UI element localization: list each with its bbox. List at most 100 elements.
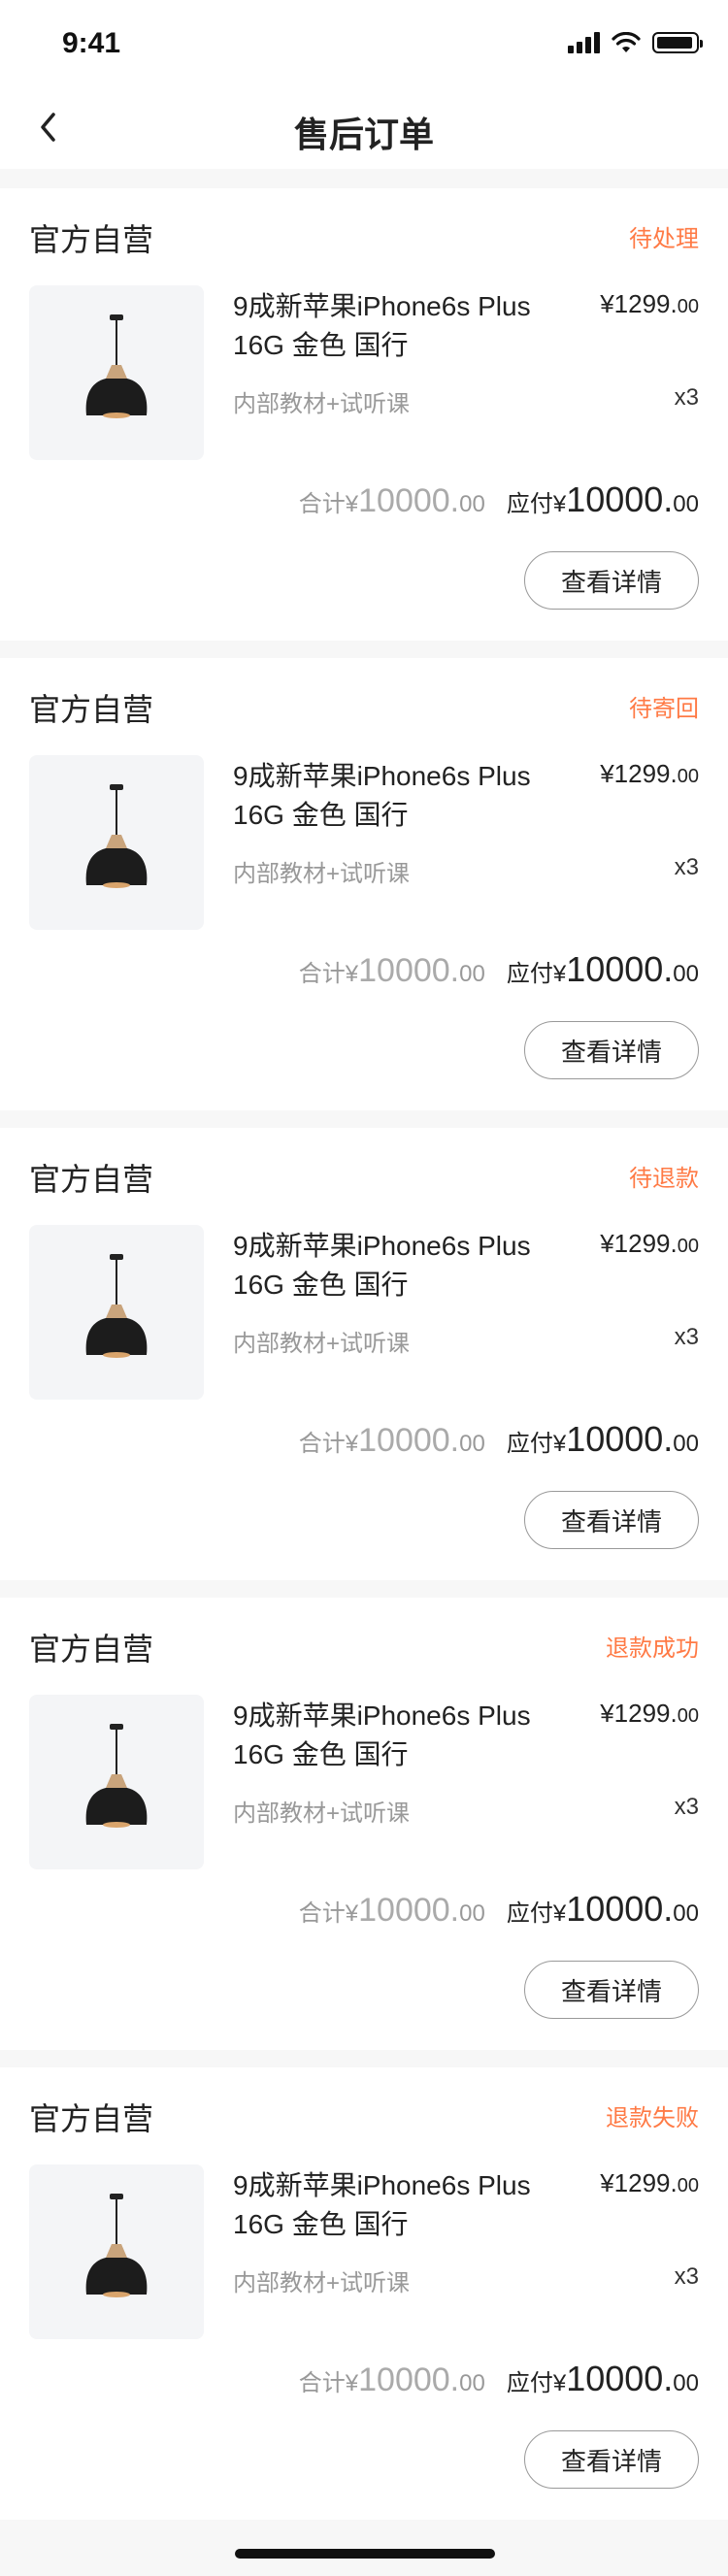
status-bar: 9:41 — [0, 0, 728, 85]
payable-label: 应付 — [506, 1900, 553, 1927]
total-currency: ¥ — [345, 961, 359, 987]
page-title: 售后订单 — [293, 115, 434, 154]
quantity: x3 — [674, 384, 699, 411]
order-card[interactable]: 官方自营 待寄回 9成新苹果iPhone6s Plus 16G 金色 国行 ¥1… — [0, 658, 728, 1110]
payable-amount: 应付¥10000.00 — [507, 1889, 699, 1930]
payable-currency: ¥ — [552, 2370, 567, 2396]
product-name-line2: 16G 金色 国行 — [233, 330, 409, 360]
order-card[interactable]: 官方自营 退款失败 9成新苹果iPhone6s Plus 16G 金色 国行 ¥… — [0, 2067, 728, 2520]
product-thumbnail[interactable] — [29, 285, 204, 460]
unit-price: ¥1299.00 — [600, 2168, 699, 2198]
product-image — [85, 1724, 148, 1828]
payable-currency: ¥ — [552, 1900, 567, 1927]
view-details-button[interactable]: 查看详情 — [524, 1961, 699, 2019]
nav-bar: 售后订单 — [0, 85, 728, 169]
unit-price: ¥1299.00 — [600, 289, 699, 319]
order-totals: 合计¥10000.00 应付¥10000.00 — [299, 1419, 699, 1460]
total-label: 合计 — [298, 961, 346, 987]
product-name[interactable]: 9成新苹果iPhone6s Plus 16G 金色 国行 — [233, 1227, 563, 1305]
product-name[interactable]: 9成新苹果iPhone6s Plus 16G 金色 国行 — [233, 1697, 563, 1774]
total-dec: 00 — [459, 2370, 485, 2396]
product-name-line1: 9成新苹果iPhone6s Plus — [233, 291, 531, 321]
quantity: x3 — [674, 854, 699, 880]
battery-icon — [652, 32, 703, 53]
view-details-button[interactable]: 查看详情 — [524, 1491, 699, 1549]
total-int: 10000. — [358, 1892, 460, 1929]
wifi-icon — [612, 32, 641, 52]
product-name-line1: 9成新苹果iPhone6s Plus — [233, 1231, 531, 1261]
view-details-button[interactable]: 查看详情 — [524, 2430, 699, 2489]
order-list: 官方自营 待处理 9成新苹果iPhone6s Plus 16G 金色 国行 ¥1… — [0, 188, 728, 2537]
quantity: x3 — [674, 2263, 699, 2290]
order-card[interactable]: 官方自营 退款成功 9成新苹果iPhone6s Plus 16G 金色 国行 ¥… — [0, 1598, 728, 2050]
shop-name: 官方自营 — [29, 2101, 154, 2136]
payable-int: 10000. — [566, 1419, 674, 1459]
product-name[interactable]: 9成新苹果iPhone6s Plus 16G 金色 国行 — [233, 287, 563, 365]
product-name[interactable]: 9成新苹果iPhone6s Plus 16G 金色 国行 — [233, 2166, 563, 2244]
order-totals: 合计¥10000.00 应付¥10000.00 — [299, 949, 699, 990]
total-dec: 00 — [459, 491, 485, 517]
unit-price: ¥1299.00 — [600, 759, 699, 789]
payable-label: 应付 — [506, 2370, 553, 2396]
order-status: 待处理 — [629, 226, 699, 252]
payable-dec: 00 — [673, 961, 699, 987]
payable-label: 应付 — [506, 961, 553, 987]
order-status: 退款失败 — [606, 2105, 699, 2131]
payable-dec: 00 — [673, 1900, 699, 1927]
product-name[interactable]: 9成新苹果iPhone6s Plus 16G 金色 国行 — [233, 757, 563, 835]
order-status: 待寄回 — [629, 696, 699, 722]
order-totals: 合计¥10000.00 应付¥10000.00 — [299, 479, 699, 520]
order-card[interactable]: 官方自营 待退款 9成新苹果iPhone6s Plus 16G 金色 国行 ¥1… — [0, 1128, 728, 1580]
product-name-line1: 9成新苹果iPhone6s Plus — [233, 2170, 531, 2200]
total-currency: ¥ — [345, 1431, 359, 1457]
unit-price-int: ¥1299. — [600, 759, 678, 788]
payable-amount: 应付¥10000.00 — [507, 479, 699, 520]
product-image — [85, 1254, 148, 1358]
total-currency: ¥ — [345, 1900, 359, 1927]
order-totals: 合计¥10000.00 应付¥10000.00 — [299, 1889, 699, 1930]
total-dec: 00 — [459, 1431, 485, 1457]
product-desc: 内部教材+试听课 — [233, 1331, 411, 1357]
product-desc: 内部教材+试听课 — [233, 1800, 411, 1827]
payable-currency: ¥ — [552, 961, 567, 987]
unit-price-int: ¥1299. — [600, 289, 678, 318]
payable-int: 10000. — [566, 479, 674, 519]
product-desc: 内部教材+试听课 — [233, 391, 411, 417]
total-amount: 合计¥10000.00 — [299, 1422, 485, 1460]
product-thumbnail[interactable] — [29, 2164, 204, 2339]
order-status: 待退款 — [629, 1166, 699, 1192]
unit-price-int: ¥1299. — [600, 1229, 678, 1258]
total-amount: 合计¥10000.00 — [299, 952, 485, 990]
product-image — [85, 314, 148, 418]
unit-price-dec: 00 — [677, 296, 699, 317]
total-label: 合计 — [298, 2370, 346, 2396]
status-time: 9:41 — [62, 27, 121, 59]
shop-name: 官方自营 — [29, 692, 154, 727]
total-int: 10000. — [358, 952, 460, 989]
total-dec: 00 — [459, 1900, 485, 1927]
unit-price-int: ¥1299. — [600, 1699, 678, 1728]
status-icons — [568, 29, 703, 56]
unit-price-dec: 00 — [677, 1236, 699, 1257]
view-details-button[interactable]: 查看详情 — [524, 1021, 699, 1079]
product-desc: 内部教材+试听课 — [233, 861, 411, 887]
total-amount: 合计¥10000.00 — [299, 482, 485, 520]
total-int: 10000. — [358, 1422, 460, 1459]
payable-dec: 00 — [673, 2370, 699, 2396]
product-thumbnail[interactable] — [29, 1695, 204, 1869]
quantity: x3 — [674, 1324, 699, 1350]
total-label: 合计 — [298, 1431, 346, 1457]
product-thumbnail[interactable] — [29, 755, 204, 930]
payable-int: 10000. — [566, 2359, 674, 2398]
product-thumbnail[interactable] — [29, 1225, 204, 1400]
product-name-line2: 16G 金色 国行 — [233, 1739, 409, 1769]
total-dec: 00 — [459, 961, 485, 987]
payable-currency: ¥ — [552, 491, 567, 517]
payable-label: 应付 — [506, 1431, 553, 1457]
payable-currency: ¥ — [552, 1431, 567, 1457]
product-desc: 内部教材+试听课 — [233, 2270, 411, 2296]
view-details-button[interactable]: 查看详情 — [524, 551, 699, 610]
product-name-line1: 9成新苹果iPhone6s Plus — [233, 761, 531, 791]
order-card[interactable]: 官方自营 待处理 9成新苹果iPhone6s Plus 16G 金色 国行 ¥1… — [0, 188, 728, 641]
payable-label: 应付 — [506, 491, 553, 517]
